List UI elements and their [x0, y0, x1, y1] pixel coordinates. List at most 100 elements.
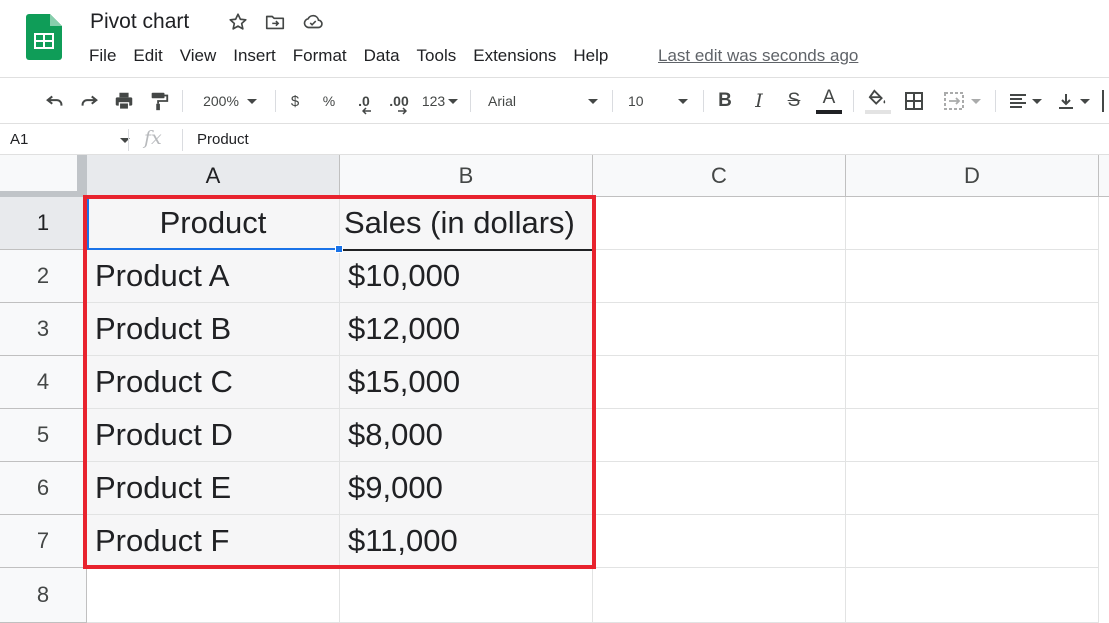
name-box[interactable]: A1 [10, 131, 28, 148]
italic-label: I [755, 90, 763, 112]
cell-d4[interactable] [846, 356, 1099, 409]
menu-extensions[interactable]: Extensions [473, 46, 556, 68]
menu-bar: File Edit View Insert Format Data Tools … [89, 46, 625, 68]
toolbar-divider [182, 90, 183, 112]
cell-c6[interactable] [593, 462, 846, 515]
cell-c8[interactable] [593, 568, 846, 623]
cell-d2[interactable] [846, 250, 1099, 303]
column-header-d[interactable]: D [846, 155, 1099, 197]
cell-d7[interactable] [846, 515, 1099, 568]
paint-format-icon [151, 92, 169, 111]
formula-input[interactable]: Product [197, 131, 249, 148]
move-folder-icon[interactable] [264, 11, 286, 33]
cell-d5[interactable] [846, 409, 1099, 462]
row-header-6[interactable]: 6 [0, 462, 87, 515]
more-formats-button[interactable]: 123 [419, 78, 461, 124]
percent-format-button[interactable]: % [318, 78, 340, 124]
font-family-select[interactable]: Arial [480, 78, 606, 124]
toolbar-divider [275, 90, 276, 112]
fill-color-button[interactable] [864, 78, 892, 124]
merge-cells-icon [944, 92, 964, 110]
chevron-down-icon [246, 98, 257, 104]
cell-d6[interactable] [846, 462, 1099, 515]
font-family-value: Arial [488, 93, 517, 109]
italic-button[interactable]: I [748, 78, 770, 124]
undo-icon [46, 95, 63, 106]
borders-button[interactable] [902, 78, 926, 124]
formula-divider [128, 129, 129, 151]
menu-format[interactable]: Format [293, 46, 347, 68]
bold-button[interactable]: B [714, 78, 736, 124]
row-header-7[interactable]: 7 [0, 515, 87, 568]
fill-color-swatch [865, 109, 891, 114]
menu-view[interactable]: View [180, 46, 217, 68]
row-header-5[interactable]: 5 [0, 409, 87, 462]
last-edit-link[interactable]: Last edit was seconds ago [658, 46, 858, 66]
redo-button[interactable] [76, 78, 102, 124]
increase-decimal-button[interactable]: .00 [385, 78, 413, 124]
menu-data[interactable]: Data [364, 46, 400, 68]
arrow-left-icon [362, 107, 371, 115]
menu-insert[interactable]: Insert [233, 46, 276, 68]
row-header-1[interactable]: 1 [0, 197, 87, 250]
cell-c4[interactable] [593, 356, 846, 409]
row-header-4[interactable]: 4 [0, 356, 87, 409]
menu-tools[interactable]: Tools [417, 46, 457, 68]
cell-a8[interactable] [87, 568, 340, 623]
column-header-c[interactable]: C [593, 155, 846, 197]
chevron-down-icon [1080, 98, 1090, 104]
cell-c1[interactable] [593, 197, 846, 250]
app-header: Pivot chart File Edit View Insert Format… [0, 0, 1109, 78]
horizontal-align-button[interactable] [1004, 78, 1046, 124]
text-wrap-button-edge[interactable] [1102, 90, 1104, 112]
function-icon: fx [144, 127, 162, 149]
sheets-logo-icon[interactable] [26, 14, 62, 60]
cell-c3[interactable] [593, 303, 846, 356]
row-header-3[interactable]: 3 [0, 303, 87, 356]
column-header-b[interactable]: B [340, 155, 593, 197]
cell-c2[interactable] [593, 250, 846, 303]
cell-d1[interactable] [846, 197, 1099, 250]
document-title[interactable]: Pivot chart [90, 10, 189, 34]
row-header-8[interactable]: 8 [0, 568, 87, 623]
currency-format-button[interactable]: $ [284, 78, 306, 124]
merge-cells-button[interactable] [938, 78, 986, 124]
column-header-a[interactable]: A [87, 155, 340, 197]
vertical-align-button[interactable] [1052, 78, 1094, 124]
print-icon [115, 92, 133, 110]
font-size-select[interactable]: 10 [620, 78, 696, 124]
formula-bar: A1 fx Product [0, 125, 1109, 155]
menu-help[interactable]: Help [573, 46, 608, 68]
text-color-button[interactable]: A [815, 78, 843, 124]
cloud-saved-icon[interactable] [302, 11, 324, 33]
menu-file[interactable]: File [89, 46, 116, 68]
more-formats-label: 123 [421, 93, 446, 109]
cell-b8[interactable] [340, 568, 593, 623]
row-header-2[interactable]: 2 [0, 250, 87, 303]
menu-edit[interactable]: Edit [133, 46, 162, 68]
decrease-decimal-button[interactable]: .0 [350, 78, 378, 124]
arrow-right-icon [398, 107, 407, 115]
align-bottom-icon [1059, 94, 1073, 109]
cell-d3[interactable] [846, 303, 1099, 356]
chevron-down-icon [678, 98, 688, 104]
undo-button[interactable] [42, 78, 68, 124]
zoom-select[interactable]: 200% [192, 78, 268, 124]
strikethrough-button[interactable]: S [783, 78, 805, 124]
column-header-e[interactable] [1099, 155, 1109, 197]
borders-icon [905, 92, 923, 110]
paint-bucket-icon [868, 88, 886, 105]
paint-format-button[interactable] [146, 78, 172, 124]
strikethrough-label: S [787, 90, 801, 111]
percent-label: % [322, 93, 336, 109]
cell-c5[interactable] [593, 409, 846, 462]
print-button[interactable] [111, 78, 137, 124]
spreadsheet-grid: A B C D 1 2 3 4 5 6 7 8 Product Sales (i… [0, 155, 1109, 623]
text-color-swatch [816, 109, 842, 114]
cell-d8[interactable] [846, 568, 1099, 623]
cell-c7[interactable] [593, 515, 846, 568]
star-icon[interactable] [227, 11, 249, 33]
toolbar-divider [853, 90, 854, 112]
chevron-down-icon [448, 98, 459, 104]
text-color-label: A [822, 86, 836, 108]
